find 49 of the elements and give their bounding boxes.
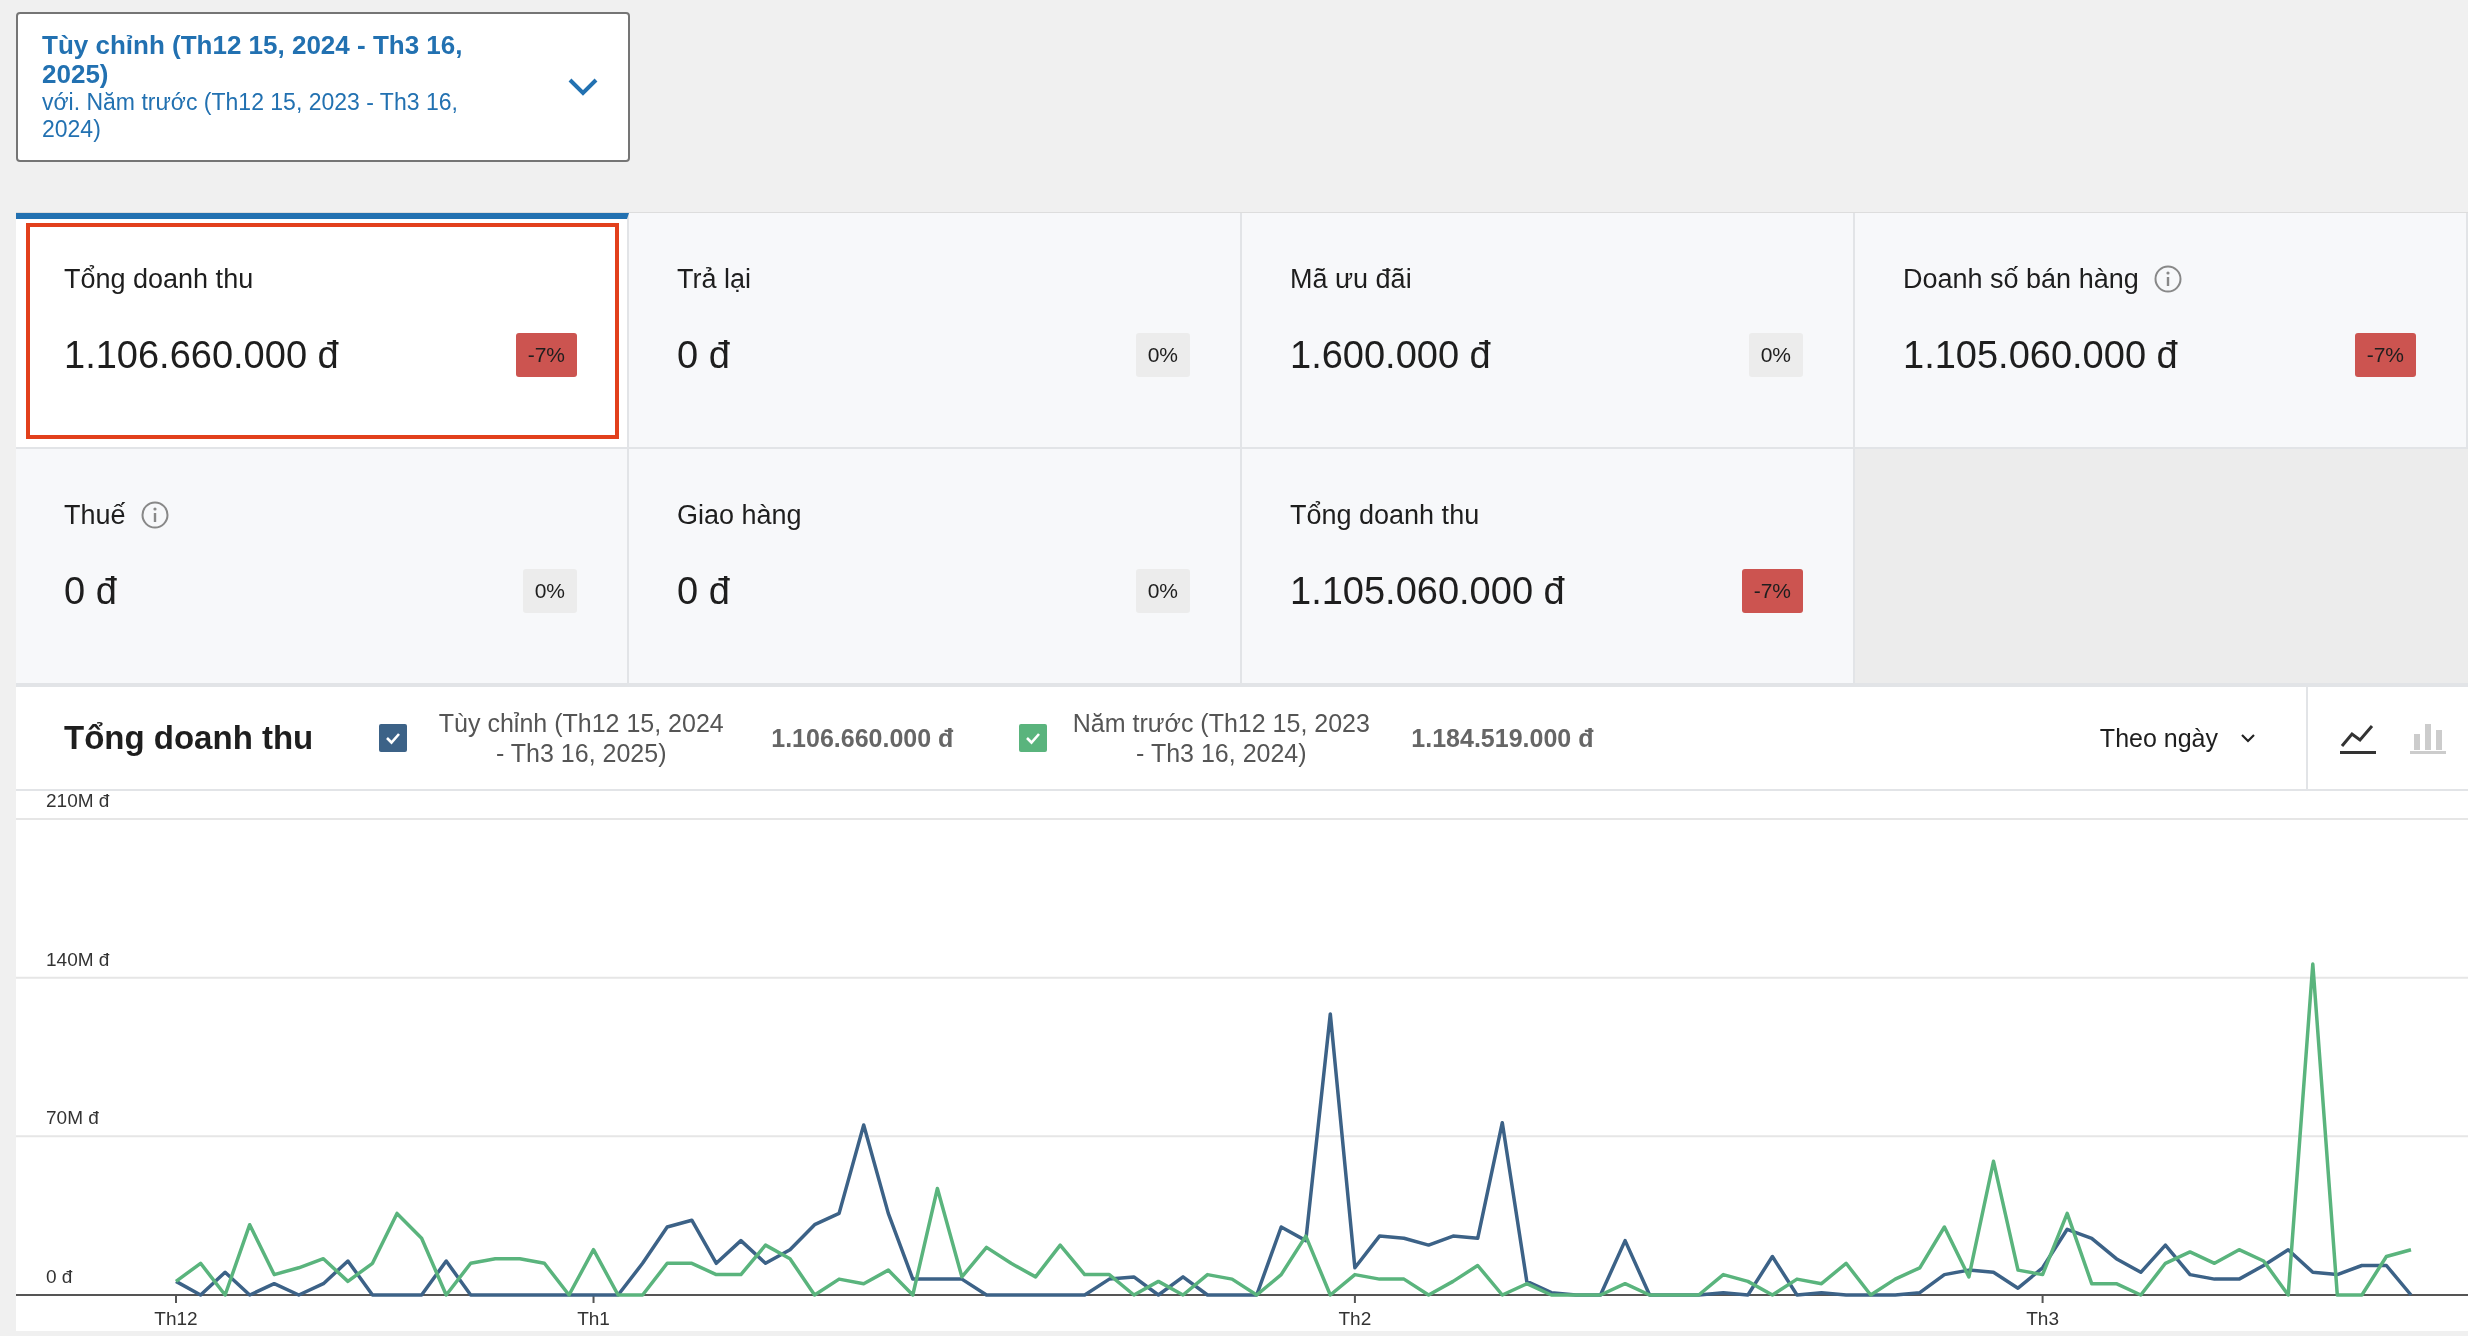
metric-label: Thuế: [64, 499, 126, 531]
x-axis-label: Th1: [577, 1308, 610, 1329]
x-axis-label: Th3: [2026, 1308, 2059, 1329]
change-badge: -7%: [515, 333, 577, 377]
compare-range-text: với. Năm trước (Th12 15, 2023 - Th3 16, 2024): [42, 89, 459, 143]
metric-label: Tổng doanh thu: [64, 263, 254, 295]
change-badge: 0%: [522, 569, 577, 613]
metric-card[interactable]: Trả lại 0 đ 0%: [629, 213, 1242, 449]
legend-total: 1.106.660.000 đ: [771, 723, 954, 753]
y-axis-label: 210M đ: [46, 791, 110, 811]
change-badge: 0%: [1135, 569, 1190, 613]
metric-value: 1.105.060.000 đ: [1290, 569, 1565, 613]
x-axis-label: Th2: [1338, 1308, 1372, 1329]
y-axis-label: 0 đ: [46, 1266, 73, 1287]
change-badge: 0%: [1748, 333, 1803, 377]
metric-value: 1.600.000 đ: [1290, 333, 1491, 377]
change-badge: -7%: [1741, 569, 1803, 613]
metric-label: Tổng doanh thu: [1290, 499, 1480, 531]
metric-label: Mã ưu đãi: [1290, 263, 1412, 295]
metric-label: Trả lại: [677, 263, 751, 295]
metric-card[interactable]: Mã ưu đãi 1.600.000 đ 0%: [1242, 213, 1855, 449]
metric-card[interactable]: Doanh số bán hàng 1.105.060.000 đ -7%: [1855, 213, 2468, 449]
date-range-title: Tùy chỉnh (Th12 15, 2024 - Th3 16, 2025): [42, 31, 464, 89]
change-badge: 0%: [1135, 333, 1190, 377]
metric-value: 1.106.660.000 đ: [64, 333, 339, 377]
legend-label: Năm trước (Th12 15, 2023 - Th3 16, 2024): [1071, 708, 1371, 768]
metric-value: 0 đ: [677, 333, 730, 377]
metric-card[interactable]: Thuế 0 đ 0%: [16, 449, 629, 685]
metric-value: 0 đ: [64, 569, 117, 613]
change-badge: -7%: [2354, 333, 2416, 377]
metric-card[interactable]: Tổng doanh thu 1.105.060.000 đ -7%: [1242, 449, 1855, 685]
x-axis-label: Th12: [154, 1308, 198, 1329]
legend-checkbox[interactable]: [379, 724, 408, 752]
chart-title: Tổng doanh thu: [64, 719, 314, 757]
y-axis-label: 140M đ: [46, 948, 110, 970]
chevron-down-icon: [2240, 733, 2256, 743]
metric-label: Doanh số bán hàng: [1903, 263, 2139, 295]
legend-label: Tùy chỉnh (Th12 15, 2024 - Th3 16, 2025): [437, 708, 725, 768]
y-axis-label: 70M đ: [46, 1107, 99, 1129]
metric-value: 0 đ: [677, 569, 730, 613]
legend-total: 1.184.519.000 đ: [1411, 723, 1594, 753]
metric-value: 1.105.060.000 đ: [1903, 333, 2178, 377]
date-range-picker[interactable]: Tùy chỉnh (Th12 15, 2024 - Th3 16, 2025) với. Năm trước (Th12 15, 2023 - Th3 16, 2024): [16, 12, 630, 162]
metric-card[interactable]: Tổng doanh thu 1.106.660.000 đ -7%: [16, 213, 629, 449]
interval-dropdown[interactable]: Theo ngày: [2093, 722, 2262, 754]
metric-card[interactable]: Giao hàng 0 đ 0%: [629, 449, 1242, 685]
metric-label: Giao hàng: [677, 499, 802, 531]
legend-checkbox[interactable]: [1019, 724, 1048, 752]
chevron-down-icon: [568, 78, 598, 96]
